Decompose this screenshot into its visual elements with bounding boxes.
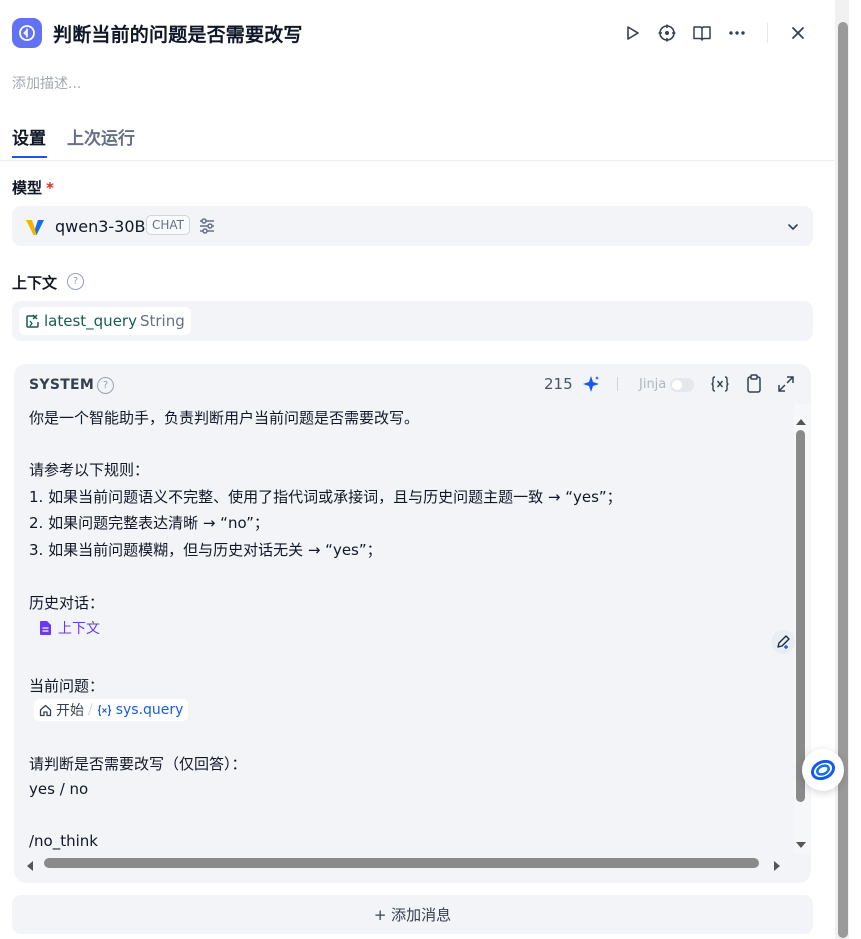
assistant-fab[interactable] [802, 749, 844, 791]
locate-button[interactable] [656, 22, 678, 44]
variable-braces-icon [97, 704, 111, 716]
docs-button[interactable] [691, 22, 713, 44]
context-variable-name: latest_query [44, 312, 137, 330]
model-provider-logo [24, 216, 46, 242]
model-label-text: 模型 [12, 179, 43, 197]
prompt-line[interactable]: 你是一个智能助手，负责判断用户当前问题是否需要改写。 [29, 407, 419, 428]
prompt-line[interactable]: 历史对话： [29, 592, 104, 613]
toolbar-divider [617, 377, 618, 391]
model-name: qwen3-30B [55, 217, 146, 236]
provider-logo-icon [26, 220, 44, 235]
required-mark: * [46, 179, 54, 197]
sliders-icon [200, 218, 214, 234]
model-label: 模型 * [12, 177, 54, 198]
triangle-up-icon [796, 419, 806, 425]
triangle-down-icon [796, 842, 806, 848]
insert-variable-button[interactable] [710, 375, 730, 397]
more-icon [729, 31, 745, 35]
document-icon [40, 621, 51, 635]
scroll-up-arrow[interactable] [795, 411, 807, 430]
variable-braces-icon [711, 376, 729, 392]
prompt-line[interactable]: 1. 如果当前问题语义不完整、使用了指代词或承接词，且与历史问题主题一致 → “… [29, 486, 622, 507]
chip-separator: / [88, 702, 93, 718]
editor-vertical-scrollbar[interactable] [796, 430, 805, 802]
context-block-label: 上下文 [58, 621, 100, 637]
prompt-line[interactable]: 2. 如果问题完整表达清晰 → “no”； [29, 512, 269, 533]
system-prompt-editor: SYSTEM ? 215 Jinja 你是一个智能助手，负责判断用户当前问题是否… [14, 364, 811, 883]
expand-icon [778, 376, 794, 392]
prompt-line[interactable]: 请参考以下规则： [29, 459, 149, 480]
chevron-down-icon [788, 224, 798, 231]
close-button[interactable] [787, 22, 809, 44]
model-mode-badge: CHAT [146, 215, 191, 235]
active-tab-indicator [12, 156, 47, 158]
ai-generate-button[interactable] [582, 375, 600, 397]
assistant-logo-icon [810, 759, 836, 781]
context-help-icon[interactable]: ? [67, 273, 84, 290]
header-divider [767, 23, 768, 43]
add-message-button[interactable]: + 添加消息 [12, 895, 813, 934]
page-scrollbar[interactable] [838, 22, 848, 938]
node-type-icon [12, 18, 42, 48]
scroll-left-arrow[interactable] [26, 857, 34, 876]
copy-button[interactable] [745, 374, 763, 398]
close-icon [792, 27, 804, 39]
system-help-icon[interactable]: ? [97, 377, 114, 394]
system-role-label: SYSTEM [29, 377, 95, 393]
tabs-divider [0, 160, 834, 161]
tab-settings[interactable]: 设置 [12, 124, 46, 149]
clipboard-icon [747, 374, 761, 393]
prompt-line[interactable]: 请判断是否需要改写（仅回答）： [29, 753, 247, 774]
crosshair-icon [658, 24, 676, 42]
prompt-line[interactable]: 3. 如果当前问题模糊，但与历史对话无关 → “yes”； [29, 539, 382, 560]
context-field[interactable]: latest_query String [12, 301, 813, 341]
start-node-label: 开始 [56, 703, 84, 719]
pen-fab[interactable] [771, 630, 795, 654]
prompt-line[interactable]: 当前问题： [29, 675, 104, 696]
triangle-left-icon [27, 861, 33, 871]
sys-query-label: sys.query [115, 702, 184, 718]
model-params-button[interactable] [198, 217, 216, 239]
triangle-right-icon [774, 861, 780, 871]
pen-plus-icon [777, 635, 790, 649]
book-icon [693, 26, 711, 41]
description-input[interactable]: 添加描述... [12, 73, 81, 93]
context-variable-chip[interactable]: latest_query String [19, 307, 191, 335]
variable-icon [26, 313, 39, 328]
scroll-down-arrow[interactable] [795, 834, 807, 853]
sparkle-icon [583, 376, 599, 392]
run-button[interactable] [621, 22, 643, 44]
jinja-toggle[interactable] [670, 378, 694, 392]
more-button[interactable] [726, 22, 748, 44]
jinja-label: Jinja [639, 377, 667, 392]
prompt-line[interactable]: /no_think [29, 832, 98, 850]
expand-button[interactable] [777, 375, 795, 397]
context-block-chip[interactable]: 上下文 [34, 617, 105, 639]
question-classifier-icon [19, 25, 35, 41]
context-variable-type: String [139, 312, 185, 330]
prompt-line[interactable]: yes / no [29, 780, 88, 798]
toggle-knob [672, 380, 682, 390]
sys-query-chip[interactable]: 开始 / sys.query [34, 699, 189, 721]
node-title[interactable]: 判断当前的问题是否需要改写 [53, 20, 303, 47]
context-label: 上下文 [12, 274, 58, 292]
model-dropdown-toggle[interactable] [786, 219, 800, 238]
model-selector[interactable]: qwen3-30B CHAT [12, 206, 813, 246]
editor-horizontal-scrollbar[interactable] [44, 858, 759, 868]
token-count: 215 [544, 375, 573, 393]
play-icon [627, 26, 639, 40]
home-icon [39, 704, 52, 716]
tab-last-run[interactable]: 上次运行 [67, 124, 135, 149]
scroll-right-arrow[interactable] [773, 857, 781, 876]
